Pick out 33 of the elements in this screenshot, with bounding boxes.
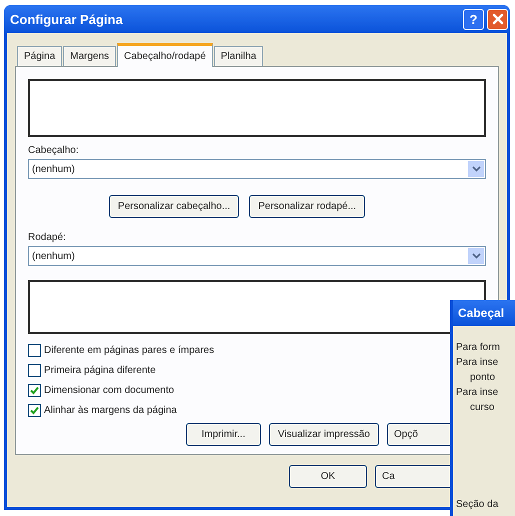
close-icon (492, 13, 504, 25)
close-button[interactable] (487, 8, 508, 30)
checkbox-label: Dimensionar com documento (44, 385, 174, 396)
instruction-text: curso (469, 402, 496, 413)
window-title: Configurar Página (10, 12, 124, 26)
checkbox-label: Alinhar às margens da página (44, 405, 177, 416)
checkbox[interactable] (28, 364, 41, 377)
action-button[interactable]: Visualizar impressão (268, 423, 379, 446)
header-dropdown[interactable]: (nenhum) (28, 159, 486, 179)
instruction-text: ponto (469, 372, 496, 383)
action-button[interactable]: Imprimir... (186, 423, 261, 446)
footer-dropdown[interactable]: (nenhum) (28, 246, 486, 266)
checkbox[interactable] (28, 344, 41, 357)
window-title: Cabeçal (458, 306, 504, 320)
tab[interactable]: Cabeçalho/rodapé (117, 43, 213, 67)
instruction-text: Para inse (456, 357, 500, 368)
tab[interactable]: Margens (63, 46, 116, 66)
dialog-button[interactable]: Ca (375, 465, 453, 488)
tab[interactable]: Página (17, 46, 62, 66)
instruction-text: Para inse (456, 387, 500, 398)
checkbox-label: Diferente em páginas pares e ímpares (44, 345, 214, 356)
checkbox[interactable] (28, 384, 41, 397)
section-label: Seção da (456, 499, 500, 510)
dialog-button[interactable]: OK (289, 465, 367, 488)
customize-button[interactable]: Personalizar cabeçalho... (108, 195, 240, 218)
tab[interactable]: Planilha (214, 46, 264, 66)
customize-button[interactable]: Personalizar rodapé... (249, 195, 366, 218)
instruction-text: Para form (456, 342, 501, 353)
footer-label: Rodapé: (28, 232, 67, 243)
checkbox-label: Primeira página diferente (44, 365, 156, 376)
help-button[interactable]: ? (463, 8, 484, 30)
checkbox[interactable] (28, 404, 41, 417)
header-label: Cabeçalho: (28, 145, 80, 156)
